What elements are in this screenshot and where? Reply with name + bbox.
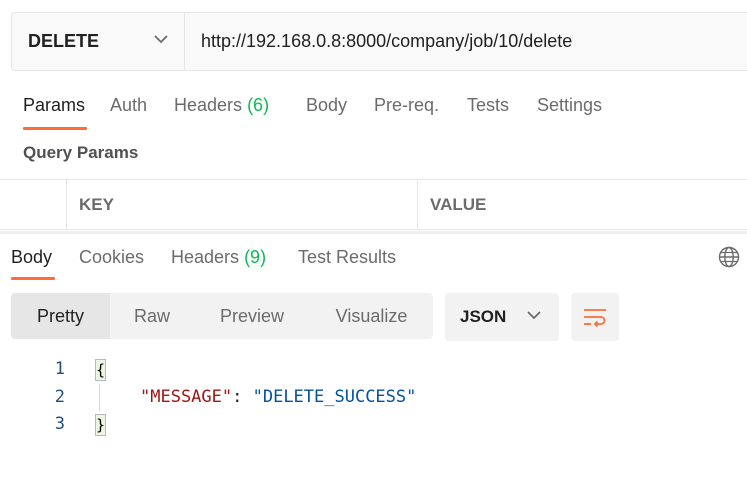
tab-label: Cookies bbox=[79, 247, 145, 267]
json-entry: "MESSAGE": "DELETE_SUCCESS" bbox=[140, 387, 416, 407]
wrap-lines-button[interactable] bbox=[571, 293, 619, 341]
tab-headers[interactable]: Headers (6) bbox=[174, 95, 269, 116]
tab-settings[interactable]: Settings bbox=[537, 95, 602, 116]
tab-label: Auth bbox=[110, 95, 148, 115]
json-key: "MESSAGE" bbox=[140, 387, 233, 407]
tab-label: Body bbox=[11, 247, 53, 267]
chevron-down-icon bbox=[527, 311, 541, 320]
wrap-lines-icon bbox=[584, 309, 606, 327]
tab-prerequest[interactable]: Pre-req. bbox=[374, 95, 439, 116]
tab-test-results[interactable]: Test Results bbox=[298, 247, 396, 268]
tab-label: Pre-req. bbox=[374, 95, 440, 115]
tab-label: Params bbox=[23, 95, 86, 115]
code-line: 1 { bbox=[0, 356, 747, 383]
method-label: DELETE bbox=[28, 31, 100, 51]
format-select[interactable]: JSON bbox=[445, 293, 559, 341]
tab-label: Body bbox=[306, 95, 348, 115]
headers-count: (6) bbox=[247, 95, 270, 115]
chevron-down-icon bbox=[154, 35, 168, 44]
request-bar: DELETE http://192.168.0.8:8000/company/j… bbox=[11, 12, 747, 71]
tab-label: Settings bbox=[537, 95, 603, 115]
tab-tests[interactable]: Tests bbox=[467, 95, 509, 116]
active-tab-indicator bbox=[11, 277, 55, 280]
tab-response-body[interactable]: Body bbox=[11, 247, 52, 268]
params-table-header: KEY VALUE bbox=[0, 179, 747, 230]
view-mode-pretty[interactable]: Pretty bbox=[11, 293, 110, 339]
tab-response-headers[interactable]: Headers (9) bbox=[171, 247, 266, 268]
bracket-match: { bbox=[95, 359, 106, 381]
indent-guide bbox=[99, 384, 100, 411]
column-header-key: KEY bbox=[66, 180, 417, 229]
view-mode-preview[interactable]: Preview bbox=[194, 293, 310, 339]
tab-label: Headers bbox=[174, 95, 243, 115]
view-mode-visualize[interactable]: Visualize bbox=[310, 293, 433, 339]
active-tab-indicator bbox=[23, 127, 87, 130]
line-number: 2 bbox=[54, 387, 65, 407]
view-mode-switcher: Pretty Raw Preview Visualize bbox=[11, 293, 433, 339]
section-title: Query Params bbox=[23, 143, 139, 162]
tab-params[interactable]: Params bbox=[23, 95, 85, 116]
json-value: "DELETE_SUCCESS" bbox=[252, 387, 417, 407]
response-headers-count: (9) bbox=[244, 247, 267, 267]
response-tabs: Body Cookies Headers (9) Test Results bbox=[0, 240, 747, 280]
json-separator: : bbox=[232, 387, 253, 407]
line-number: 1 bbox=[54, 359, 65, 379]
tab-body[interactable]: Body bbox=[306, 95, 347, 116]
tab-label: Tests bbox=[467, 95, 510, 115]
tab-auth[interactable]: Auth bbox=[110, 95, 147, 116]
code-line: 3 } bbox=[0, 411, 747, 438]
line-number: 3 bbox=[54, 414, 65, 434]
tab-label: Headers bbox=[171, 247, 240, 267]
method-select[interactable]: DELETE bbox=[12, 13, 185, 70]
format-label: JSON bbox=[460, 307, 507, 326]
url-input[interactable]: http://192.168.0.8:8000/company/job/10/d… bbox=[185, 13, 747, 70]
bracket-match: } bbox=[95, 414, 106, 436]
column-header-value: VALUE bbox=[417, 180, 747, 229]
request-tabs: Params Auth Headers (6) Body Pre-req. Te… bbox=[0, 90, 747, 130]
tab-label: Test Results bbox=[298, 247, 397, 267]
globe-icon[interactable] bbox=[718, 246, 740, 268]
pane-resize-divider[interactable] bbox=[0, 231, 747, 234]
tab-cookies[interactable]: Cookies bbox=[79, 247, 144, 268]
view-mode-raw[interactable]: Raw bbox=[110, 293, 194, 339]
url-text: http://192.168.0.8:8000/company/job/10/d… bbox=[201, 31, 573, 51]
code-line: 2 "MESSAGE": "DELETE_SUCCESS" bbox=[0, 384, 747, 411]
